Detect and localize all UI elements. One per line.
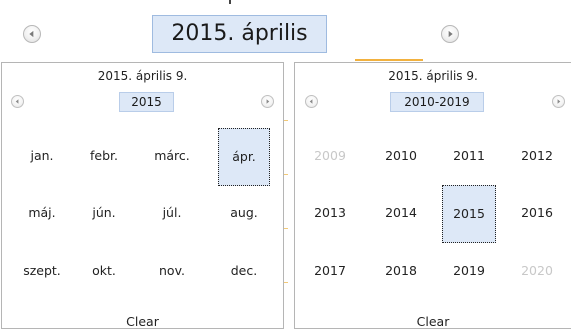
year-view-prev-button[interactable] [305, 95, 318, 108]
edge-guide-mark [284, 120, 288, 121]
month-cell[interactable]: aug. [218, 185, 270, 243]
month-view-year-title[interactable]: 2015 [119, 92, 174, 112]
year-cell[interactable]: 2010 [374, 128, 428, 186]
year-cell[interactable]: 2016 [510, 185, 564, 243]
month-cell[interactable]: okt. [78, 243, 130, 301]
year-cell[interactable]: 2019 [442, 243, 496, 301]
year-cell[interactable]: 2017 [303, 243, 357, 301]
chevron-right-icon [557, 99, 561, 104]
year-cell[interactable]: 2014 [374, 185, 428, 243]
chevron-right-icon [266, 99, 270, 104]
year-view-panel: 2015. április 9. 2010-2019 2009 2010 2011 2… [294, 62, 571, 329]
chevron-left-icon [309, 99, 313, 104]
month-view-prev-button[interactable] [11, 95, 24, 108]
month-view-current-date: 2015. április 9. [97, 69, 188, 83]
year-view-next-button[interactable] [552, 95, 565, 108]
edge-guide-mark [284, 282, 288, 283]
year-cell[interactable]: 2018 [374, 243, 428, 301]
active-view-underline [355, 59, 423, 61]
month-cell[interactable]: szept. [16, 243, 68, 301]
month-cell[interactable]: márc. [146, 128, 198, 186]
month-cell[interactable]: ápr. [218, 128, 270, 186]
calendar-header: 2015. április [0, 0, 571, 61]
month-cell[interactable]: nov. [146, 243, 198, 301]
year-view-current-date: 2015. április 9. [388, 69, 478, 83]
header-next-button[interactable] [441, 25, 459, 43]
chevron-right-icon [448, 30, 453, 38]
chevron-left-icon [29, 30, 34, 38]
edge-guide-mark [284, 174, 288, 175]
month-cell[interactable]: máj. [16, 185, 68, 243]
month-grid: jan. febr. márc. ápr. máj. jún. júl. aug. szept.… [2, 123, 283, 303]
header-prev-button[interactable] [23, 25, 41, 43]
month-view-panel: 2015. április 9. 2015 jan. febr. márc. ápr.… [1, 62, 284, 329]
edge-guide-mark [284, 228, 288, 229]
month-cell[interactable]: febr. [78, 128, 130, 186]
year-cell[interactable]: 2020 [510, 243, 564, 301]
year-view-decade-title[interactable]: 2010-2019 [390, 92, 484, 112]
year-view-clear-button[interactable]: Clear [295, 314, 571, 329]
header-title[interactable]: 2015. április [152, 15, 327, 53]
year-cell[interactable]: 2011 [442, 128, 496, 186]
top-tick-mark [229, 0, 231, 4]
year-cell[interactable]: 2012 [510, 128, 564, 186]
month-cell[interactable]: dec. [218, 243, 270, 301]
chevron-left-icon [15, 99, 19, 104]
year-grid: 2009 2010 2011 2012 2013 2014 2015 2016 2017 2018… [295, 123, 571, 303]
month-cell[interactable]: júl. [146, 185, 198, 243]
month-cell[interactable]: jan. [16, 128, 68, 186]
year-cell[interactable]: 2009 [303, 128, 357, 186]
month-view-next-button[interactable] [261, 95, 274, 108]
month-view-clear-button[interactable]: Clear [2, 314, 283, 329]
year-cell[interactable]: 2013 [303, 185, 357, 243]
year-cell[interactable]: 2015 [442, 185, 496, 243]
month-cell[interactable]: jún. [78, 185, 130, 243]
